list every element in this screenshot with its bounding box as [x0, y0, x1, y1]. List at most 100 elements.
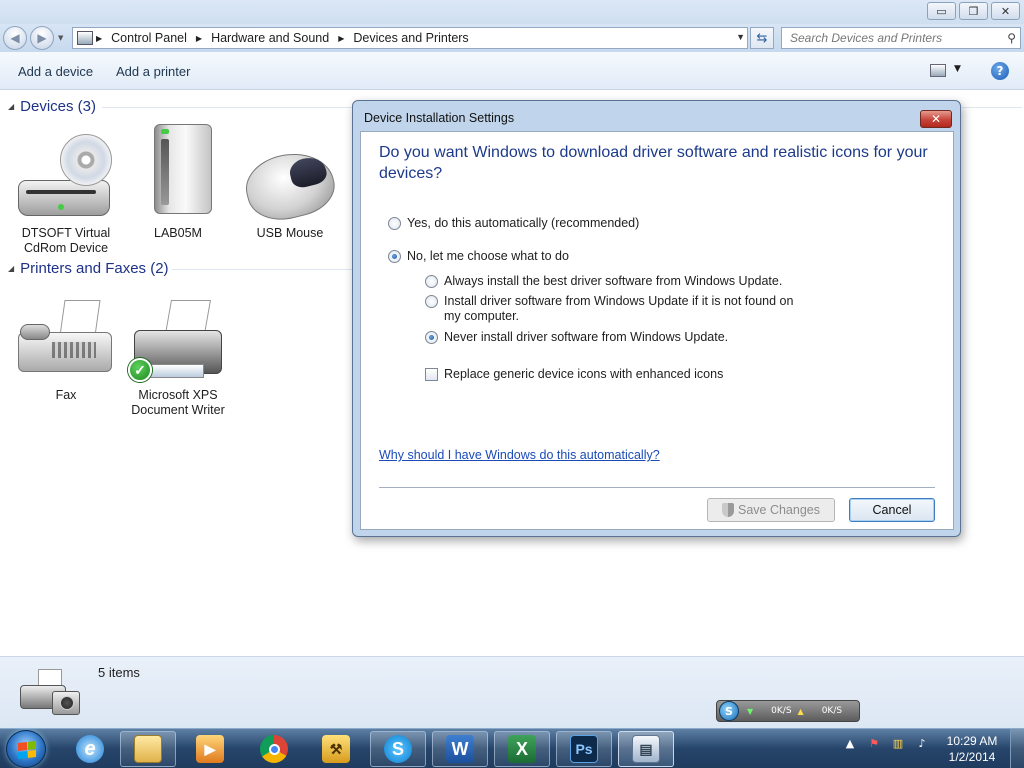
- replace-icons-option[interactable]: Replace generic device icons with enhanc…: [425, 367, 723, 382]
- chrome-icon: [260, 735, 288, 763]
- navigation-bar: ◀ ▶ ▼ ▶ Control Panel ▶ Hardware and Sou…: [0, 24, 1024, 52]
- upload-arrow-icon: ▲: [797, 706, 804, 716]
- taskbar-excel[interactable]: X: [494, 731, 550, 767]
- option-always-install[interactable]: Always install the best driver software …: [425, 274, 782, 289]
- download-arrow-icon: ▼: [747, 706, 754, 716]
- uac-shield-icon: [721, 503, 734, 517]
- breadcrumb-devices-and-printers[interactable]: Devices and Printers: [347, 31, 474, 45]
- start-button[interactable]: [6, 730, 46, 768]
- system-clock[interactable]: 10:29 AM 1/2/2014: [938, 733, 1006, 765]
- option-label: Never install driver software from Windo…: [444, 330, 729, 344]
- download-speed: 0K/S: [771, 706, 792, 716]
- view-options-dropdown-icon[interactable]: ▼: [954, 64, 961, 74]
- search-input[interactable]: Search Devices and Printers ⚲: [781, 27, 1021, 49]
- add-device-button[interactable]: Add a device: [18, 64, 93, 79]
- save-changes-button[interactable]: Save Changes: [707, 498, 835, 522]
- device-fax[interactable]: Fax: [11, 294, 121, 403]
- cancel-button[interactable]: Cancel: [849, 498, 935, 522]
- clock-time: 10:29 AM: [946, 734, 998, 748]
- device-installation-settings-dialog: Device Installation Settings ✕ Do you wa…: [352, 100, 961, 537]
- device-xps-writer[interactable]: ✓ Microsoft XPS Document Writer: [123, 294, 233, 418]
- device-usb-mouse[interactable]: USB Mouse: [235, 132, 345, 241]
- device-label: USB Mouse: [256, 226, 324, 240]
- group-divider: [172, 269, 352, 270]
- maximize-button[interactable]: ❐: [959, 2, 988, 20]
- address-dropdown-icon[interactable]: ▼: [736, 32, 745, 42]
- taskbar-photoshop[interactable]: Ps: [556, 731, 612, 767]
- change-view-icon[interactable]: [930, 64, 946, 77]
- taskbar-word[interactable]: W: [432, 731, 488, 767]
- help-icon[interactable]: ?: [991, 62, 1009, 80]
- add-printer-button[interactable]: Add a printer: [116, 64, 190, 79]
- internet-explorer-icon: e: [76, 735, 104, 763]
- breadcrumb-arrow-icon[interactable]: ▶: [335, 34, 347, 43]
- dialog-separator: [379, 487, 935, 488]
- volume-icon[interactable]: ♪: [914, 735, 930, 751]
- radio-never[interactable]: [425, 331, 438, 344]
- collapse-triangle-icon: ◢: [8, 264, 15, 273]
- radio-no[interactable]: [388, 250, 401, 263]
- network-speed-meter[interactable]: S ▼ 0K/S ▲ 0K/S: [716, 700, 860, 722]
- radio-always[interactable]: [425, 275, 438, 288]
- device-label: DTSOFT Virtual CdRom Device: [21, 226, 111, 255]
- option-no-choose[interactable]: No, let me choose what to do: [388, 249, 569, 264]
- clock-date: 1/2/2014: [948, 750, 996, 764]
- notification-area: ▲ ⚑ ▥ ♪: [842, 735, 930, 751]
- taskbar-skype[interactable]: S: [370, 731, 426, 767]
- device-cdrom[interactable]: DTSOFT Virtual CdRom Device: [11, 132, 121, 256]
- skype-icon: S: [384, 735, 412, 763]
- photoshop-icon: Ps: [570, 735, 598, 763]
- replace-icons-checkbox[interactable]: [425, 368, 438, 381]
- option-label: Always install the best driver software …: [444, 274, 783, 288]
- devices-group-header[interactable]: ◢ Devices (3): [8, 98, 96, 115]
- devices-and-printers-icon: [18, 665, 80, 721]
- command-bar: Add a device Add a printer ▼ ?: [0, 52, 1024, 90]
- show-hidden-icons-icon[interactable]: ▲: [842, 735, 858, 751]
- cd-drive-icon: [16, 132, 116, 222]
- back-arrow-icon: ◀: [10, 31, 20, 45]
- tool-app-icon: ⚒: [322, 735, 350, 763]
- taskbar-tool-app[interactable]: ⚒: [308, 731, 364, 767]
- search-icon[interactable]: ⚲: [1007, 31, 1016, 45]
- close-button[interactable]: ✕: [991, 2, 1020, 20]
- taskbar-file-explorer[interactable]: [120, 731, 176, 767]
- recent-pages-dropdown[interactable]: ▼: [58, 34, 63, 42]
- device-label: Microsoft XPS Document Writer: [131, 388, 225, 417]
- why-automatic-link[interactable]: Why should I have Windows do this automa…: [379, 448, 660, 462]
- item-count: 5 items: [98, 665, 140, 680]
- taskbar-control-panel[interactable]: ▤: [618, 731, 674, 767]
- radio-install-if-missing[interactable]: [425, 295, 438, 308]
- windows-logo-icon: [18, 741, 36, 759]
- forward-button[interactable]: ▶: [30, 26, 54, 50]
- network-app-icon: S: [719, 701, 739, 721]
- taskbar-chrome[interactable]: [246, 731, 302, 767]
- folder-icon: [134, 735, 162, 763]
- minimize-button[interactable]: ▭: [927, 2, 956, 20]
- option-never-install[interactable]: Never install driver software from Windo…: [425, 330, 728, 345]
- show-desktop-button[interactable]: [1010, 729, 1024, 768]
- default-printer-check-icon: ✓: [128, 358, 152, 382]
- back-button[interactable]: ◀: [3, 26, 27, 50]
- network-warning-icon[interactable]: ▥: [890, 735, 906, 751]
- search-placeholder: Search Devices and Printers: [790, 31, 943, 45]
- option-install-if-missing[interactable]: Install driver software from Windows Upd…: [425, 294, 805, 324]
- option-label: No, let me choose what to do: [407, 249, 569, 263]
- refresh-button[interactable]: ⇆: [750, 27, 774, 49]
- address-bar[interactable]: ▶ Control Panel ▶ Hardware and Sound ▶ D…: [72, 27, 748, 49]
- breadcrumb-arrow-icon[interactable]: ▶: [93, 34, 105, 43]
- breadcrumb-control-panel[interactable]: Control Panel: [105, 31, 193, 45]
- breadcrumb-hardware-and-sound[interactable]: Hardware and Sound: [205, 31, 335, 45]
- taskbar-internet-explorer[interactable]: e: [62, 731, 118, 767]
- action-center-flag-icon[interactable]: ⚑: [866, 735, 882, 751]
- breadcrumb-arrow-icon[interactable]: ▶: [193, 34, 205, 43]
- upload-speed: 0K/S: [821, 706, 843, 716]
- printers-group-header[interactable]: ◢ Printers and Faxes (2): [8, 260, 169, 277]
- dialog-title: Device Installation Settings: [364, 111, 515, 125]
- save-label: Save Changes: [737, 503, 820, 517]
- forward-arrow-icon: ▶: [37, 31, 47, 45]
- radio-yes[interactable]: [388, 217, 401, 230]
- dialog-close-button[interactable]: ✕: [920, 110, 952, 128]
- device-lab05m[interactable]: LAB05M: [123, 124, 233, 241]
- option-yes-automatic[interactable]: Yes, do this automatically (recommended): [388, 216, 639, 231]
- taskbar-media-player[interactable]: ▶: [182, 731, 238, 767]
